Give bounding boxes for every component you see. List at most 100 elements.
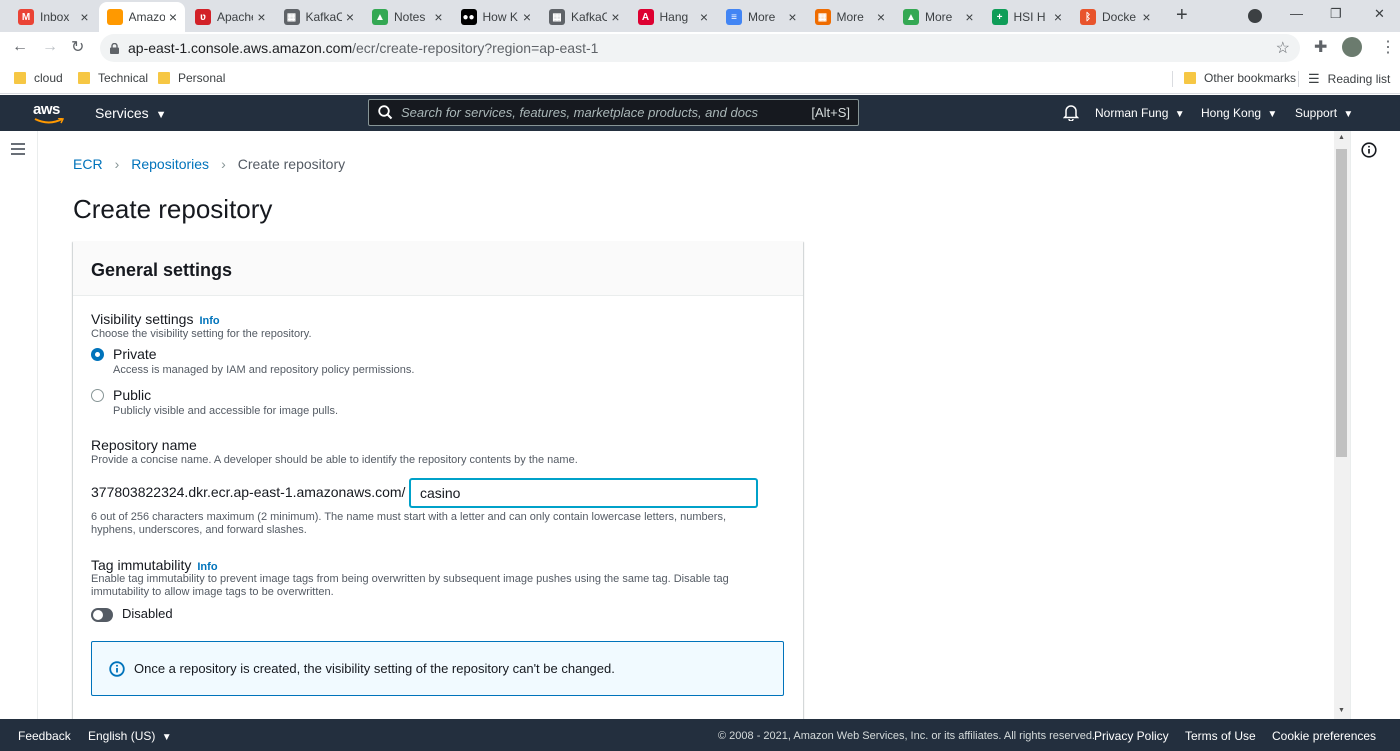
close-icon[interactable]: × — [523, 9, 531, 25]
privacy-policy-link[interactable]: Privacy Policy — [1094, 729, 1169, 743]
aws-top-nav: aws Services ▼ Search for services, feat… — [0, 95, 1400, 131]
close-icon[interactable]: × — [611, 9, 619, 25]
browser-tab[interactable]: ▲ Notes × — [364, 2, 451, 32]
visibility-label: Visibility settings — [91, 311, 194, 327]
page-title: Create repository — [73, 194, 273, 224]
account-menu[interactable]: Norman Fung ▼ — [1095, 106, 1185, 120]
close-icon[interactable]: × — [877, 9, 885, 25]
tab-search-icon[interactable] — [1248, 9, 1262, 23]
breadcrumb-current: Create repository — [237, 156, 346, 172]
terms-of-use-link[interactable]: Terms of Use — [1185, 729, 1256, 743]
bell-icon[interactable] — [1062, 104, 1080, 124]
lock-icon — [110, 41, 119, 54]
bookmark-divider — [1172, 71, 1173, 87]
scroll-down-icon[interactable]: ▼ — [1338, 707, 1345, 714]
repo-name-input[interactable] — [410, 479, 757, 507]
browser-tab[interactable]: ▦ KafkaC × — [541, 2, 628, 32]
browser-tab-strip: M Inbox × Amazon × ʋ Apache × ▦ KafkaC × ▲ Notes × ●● H… — [0, 0, 1400, 32]
close-icon[interactable]: × — [257, 9, 265, 25]
reload-icon[interactable]: ↻ — [71, 37, 84, 57]
extensions-icon[interactable]: ✚ — [1314, 37, 1327, 57]
tag-immutability-info-link[interactable]: Info — [197, 561, 217, 573]
region-menu[interactable]: Hong Kong ▼ — [1201, 106, 1277, 120]
tab-title: Apache — [217, 10, 253, 24]
caret-down-icon: ▼ — [1174, 109, 1185, 120]
visibility-info-link[interactable]: Info — [199, 315, 219, 327]
browser-tab[interactable]: A Hang × — [630, 2, 717, 32]
tab-title: Notes — [394, 10, 426, 24]
browser-tab[interactable]: ʋ Apache × — [187, 2, 274, 32]
close-icon[interactable]: × — [169, 9, 177, 25]
profile-avatar[interactable] — [1342, 37, 1362, 57]
browser-tab[interactable]: ᛒ Docke × — [1072, 2, 1159, 32]
orange-icon: ▦ — [814, 9, 831, 25]
new-tab-button[interactable]: + — [1176, 4, 1188, 27]
bookmark-personal[interactable]: Personal — [158, 71, 225, 85]
forward-icon[interactable]: → — [42, 38, 58, 56]
scroll-up-icon[interactable]: ▲ — [1338, 134, 1345, 141]
support-menu[interactable]: Support ▼ — [1295, 106, 1353, 120]
left-rail — [0, 131, 38, 719]
hamburger-menu-icon[interactable] — [11, 142, 25, 160]
close-icon[interactable]: × — [80, 9, 88, 25]
browser-tab[interactable]: ▦ More × — [807, 2, 894, 32]
cookie-preferences-link[interactable]: Cookie preferences — [1272, 729, 1376, 743]
reading-list[interactable]: ☰ Reading list — [1308, 71, 1390, 87]
breadcrumb-ecr[interactable]: ECR — [73, 156, 103, 172]
page-scrollbar[interactable]: ▲ ▼ — [1334, 131, 1350, 719]
browser-tab[interactable]: ▦ KafkaC × — [276, 2, 363, 32]
browser-tab[interactable]: M Inbox × — [10, 2, 97, 32]
tab-title: More — [748, 10, 776, 24]
close-icon[interactable]: × — [1142, 9, 1150, 25]
maximize-icon[interactable]: ❐ — [1330, 6, 1342, 22]
tab-title: KafkaC — [305, 10, 342, 24]
scrollbar-thumb[interactable] — [1336, 149, 1347, 457]
tab-title: Docke — [1102, 10, 1137, 24]
radio-private[interactable] — [91, 348, 104, 361]
bookmark-cloud[interactable]: cloud — [14, 71, 63, 85]
menu-icon[interactable]: ⋮ — [1380, 37, 1396, 57]
folder-icon — [78, 72, 90, 84]
reading-list-icon: ☰ — [1308, 71, 1320, 86]
minimize-icon[interactable]: — — [1290, 6, 1303, 21]
browser-toolbar: ← → ↻ ap-east-1.console.aws.amazon.com/e… — [0, 32, 1400, 64]
repo-uri-prefix: 377803822324.dkr.ecr.ap-east-1.amazonaws… — [91, 484, 406, 500]
close-icon[interactable]: × — [434, 9, 442, 25]
bookmark-technical[interactable]: Technical — [78, 71, 148, 85]
browser-tab[interactable]: ≡ More × — [718, 2, 805, 32]
info-panel-icon[interactable] — [1361, 142, 1377, 163]
radio-private-label[interactable]: Private — [113, 346, 157, 362]
medium-icon: ●● — [460, 9, 477, 25]
feedback-link[interactable]: Feedback — [18, 729, 71, 743]
repo-name-label: Repository name — [91, 437, 197, 453]
drive-icon: ▲ — [372, 9, 388, 25]
aws-logo[interactable]: aws — [33, 101, 65, 125]
services-menu[interactable]: Services ▼ — [95, 105, 166, 121]
radio-public-label[interactable]: Public — [113, 387, 151, 403]
folder-icon — [158, 72, 170, 84]
close-icon[interactable]: × — [346, 9, 354, 25]
close-icon[interactable]: × — [700, 9, 708, 25]
close-icon[interactable]: × — [1054, 9, 1062, 25]
tab-title: Amazon — [128, 10, 165, 24]
star-icon[interactable]: ☆ — [1276, 38, 1290, 58]
breadcrumb-repositories[interactable]: Repositories — [131, 156, 209, 172]
browser-tab[interactable]: + HSI H × — [984, 2, 1071, 32]
close-icon[interactable]: × — [965, 9, 973, 25]
chevron-right-icon: › — [221, 156, 226, 172]
aws-icon — [106, 9, 123, 25]
general-settings-panel: General settings Visibility settings Info… — [73, 241, 803, 741]
address-bar[interactable]: ap-east-1.console.aws.amazon.com/ecr/cre… — [100, 34, 1300, 62]
language-menu[interactable]: English (US) ▼ — [88, 729, 172, 743]
browser-tab[interactable]: ●● How K × — [453, 2, 540, 32]
window-close-icon[interactable]: ✕ — [1374, 6, 1385, 22]
browser-tab[interactable]: ▲ More × — [895, 2, 982, 32]
tab-title: More — [925, 10, 953, 24]
radio-public[interactable] — [91, 389, 104, 402]
search-input[interactable]: Search for services, features, marketpla… — [368, 99, 859, 126]
close-icon[interactable]: × — [788, 9, 796, 25]
browser-tab[interactable]: Amazon × — [98, 2, 185, 32]
other-bookmarks[interactable]: Other bookmarks — [1184, 71, 1296, 85]
tag-immutability-toggle[interactable] — [91, 608, 113, 622]
back-icon[interactable]: ← — [12, 38, 28, 56]
